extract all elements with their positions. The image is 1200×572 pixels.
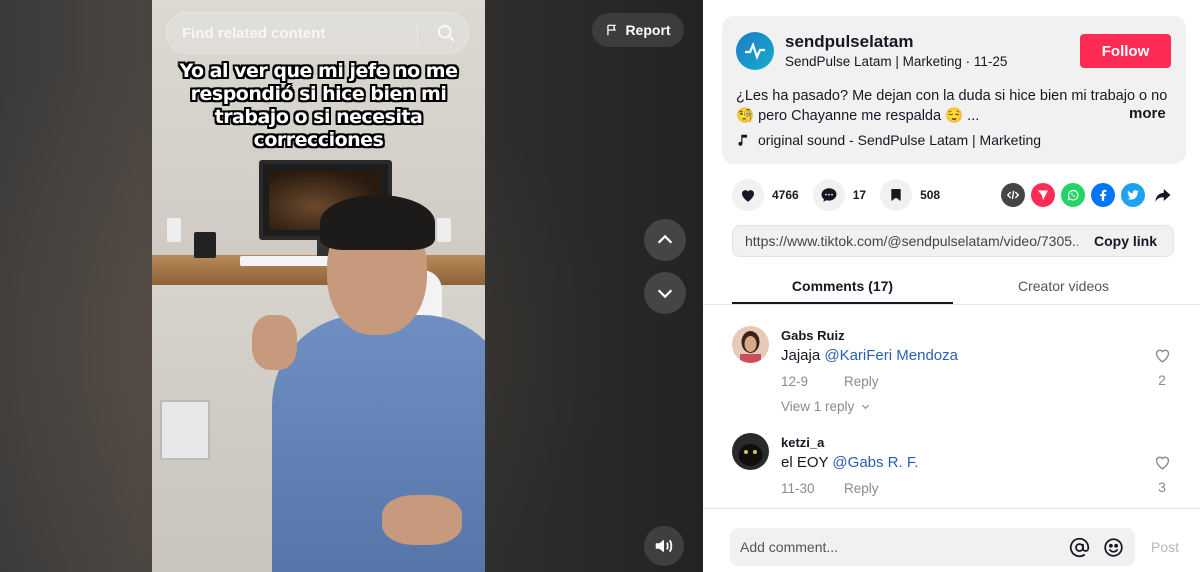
comment-date: 11-30	[781, 481, 815, 496]
music-note-icon	[738, 134, 748, 146]
comment-like-count: 3	[1158, 479, 1166, 495]
video-scene-pen-cup	[194, 232, 216, 258]
person-fist	[252, 315, 297, 370]
person-hair	[320, 195, 435, 250]
search-icon	[438, 25, 455, 42]
heart-outline-icon	[1155, 456, 1169, 470]
video-player-area: Yo al ver que mi jefe no me respondió si…	[0, 0, 703, 572]
previous-video-button[interactable]	[644, 219, 686, 261]
commenter-username[interactable]: ketzi_a	[781, 435, 824, 450]
video-scene-computer	[160, 400, 210, 460]
commenter-username[interactable]: Gabs Ruiz	[781, 328, 845, 343]
pulse-logo-icon	[745, 41, 765, 61]
save-button[interactable]: 508	[880, 179, 940, 211]
panel-tabs: Comments (17) Creator videos	[732, 270, 1174, 304]
whatsapp-icon[interactable]	[1061, 183, 1085, 207]
tab-creator-videos[interactable]: Creator videos	[953, 270, 1174, 304]
commenter-avatar[interactable]	[732, 433, 769, 470]
comment-text: el EOY @Gabs R. F.	[781, 454, 919, 471]
like-count: 4766	[772, 188, 799, 202]
volume-button[interactable]	[644, 526, 684, 566]
flag-icon	[607, 24, 617, 36]
comment-text: Jajaja @KariFeri Mendoza	[781, 347, 958, 364]
author-card: sendpulselatam SendPulse Latam | Marketi…	[722, 16, 1186, 164]
comment-count: 17	[852, 188, 867, 202]
author-display-name: SendPulse Latam | Marketing · 11-25	[785, 54, 1008, 69]
comment-composer	[730, 528, 1135, 566]
video-scene-person	[232, 195, 485, 572]
smiley-icon	[1103, 537, 1123, 557]
comment-body: el EOY	[781, 454, 833, 471]
like-icon-wrap	[732, 179, 764, 211]
comment-item: ketzi_a el EOY @Gabs R. F. 11-30 Reply 3	[732, 433, 1177, 508]
video-link-box: https://www.tiktok.com/@sendpulselatam/v…	[732, 225, 1174, 257]
search-divider	[417, 21, 418, 45]
comment-like-count: 2	[1158, 372, 1166, 388]
author-username[interactable]: sendpulselatam	[785, 32, 914, 52]
video-caption: Yo al ver que mi jefe no me respondió si…	[179, 60, 459, 151]
related-search-bar[interactable]	[166, 12, 469, 54]
search-input[interactable]	[182, 24, 407, 42]
video-description: ¿Les ha pasado? Me dejan con la duda si …	[736, 88, 1168, 124]
commenter-avatar[interactable]	[732, 326, 769, 363]
comment-list: Gabs Ruiz Jajaja @KariFeri Mendoza 12-9 …	[703, 306, 1200, 508]
video-scene-speaker	[167, 218, 181, 242]
comment-like-button[interactable]: 3	[1152, 453, 1172, 495]
save-count: 508	[920, 188, 941, 202]
tab-comments[interactable]: Comments (17)	[732, 270, 953, 304]
comment-item: Gabs Ruiz Jajaja @KariFeri Mendoza 12-9 …	[732, 326, 1177, 426]
view-replies-button[interactable]: View 1 reply	[781, 399, 871, 414]
engagement-bar: 4766 17 508	[732, 178, 954, 212]
share-icons	[1001, 183, 1175, 207]
composer-divider	[703, 508, 1200, 509]
save-icon-wrap	[880, 179, 913, 211]
chevron-up-icon	[657, 234, 673, 244]
more-link[interactable]: more	[1129, 105, 1166, 122]
reply-button[interactable]: Reply	[844, 374, 879, 389]
speaker-icon	[655, 539, 673, 553]
comment-input[interactable]	[740, 539, 1067, 555]
facebook-icon[interactable]	[1091, 183, 1115, 207]
comment-button[interactable]: 17	[812, 179, 867, 211]
report-label: Report	[625, 22, 671, 38]
mention-button[interactable]	[1067, 535, 1091, 559]
comment-like-button[interactable]: 2	[1152, 346, 1172, 388]
comment-mention[interactable]: @Gabs R. F.	[832, 454, 918, 471]
comment-bubble-icon	[821, 188, 837, 202]
tabs-divider	[703, 304, 1200, 305]
details-panel: sendpulselatam SendPulse Latam | Marketi…	[703, 0, 1200, 572]
view-replies-label: View 1 reply	[781, 399, 855, 414]
at-sign-icon	[1069, 537, 1089, 557]
twitter-icon[interactable]	[1121, 183, 1145, 207]
sound-label: original sound - SendPulse Latam | Marke…	[758, 132, 1042, 148]
report-button[interactable]: Report	[592, 13, 684, 47]
like-button[interactable]: 4766	[732, 179, 799, 211]
chevron-down-icon	[657, 289, 673, 299]
heart-outline-icon	[1155, 349, 1169, 363]
video-url[interactable]: https://www.tiktok.com/@sendpulselatam/v…	[733, 233, 1078, 249]
post-button[interactable]: Post	[1151, 539, 1179, 555]
heart-icon	[742, 190, 754, 202]
follow-button[interactable]: Follow	[1080, 34, 1171, 68]
copy-link-button[interactable]: Copy link	[1078, 233, 1173, 249]
comment-icon-wrap	[812, 179, 845, 211]
bookmark-icon	[891, 189, 901, 201]
author-avatar[interactable]	[736, 32, 774, 70]
embed-icon[interactable]	[1001, 183, 1025, 207]
share-arrow-icon[interactable]	[1151, 183, 1175, 207]
search-button[interactable]	[428, 15, 464, 51]
emoji-button[interactable]	[1101, 535, 1125, 559]
send-to-friends-icon[interactable]	[1031, 183, 1055, 207]
chevron-down-icon	[862, 404, 870, 410]
comment-body: Jajaja	[781, 347, 825, 364]
sound-link[interactable]: original sound - SendPulse Latam | Marke…	[736, 132, 1041, 148]
comment-mention[interactable]: @KariFeri Mendoza	[824, 347, 958, 364]
reply-button[interactable]: Reply	[844, 481, 879, 496]
comment-date: 12-9	[781, 374, 809, 389]
person-hand	[382, 495, 462, 545]
next-video-button[interactable]	[644, 272, 686, 314]
